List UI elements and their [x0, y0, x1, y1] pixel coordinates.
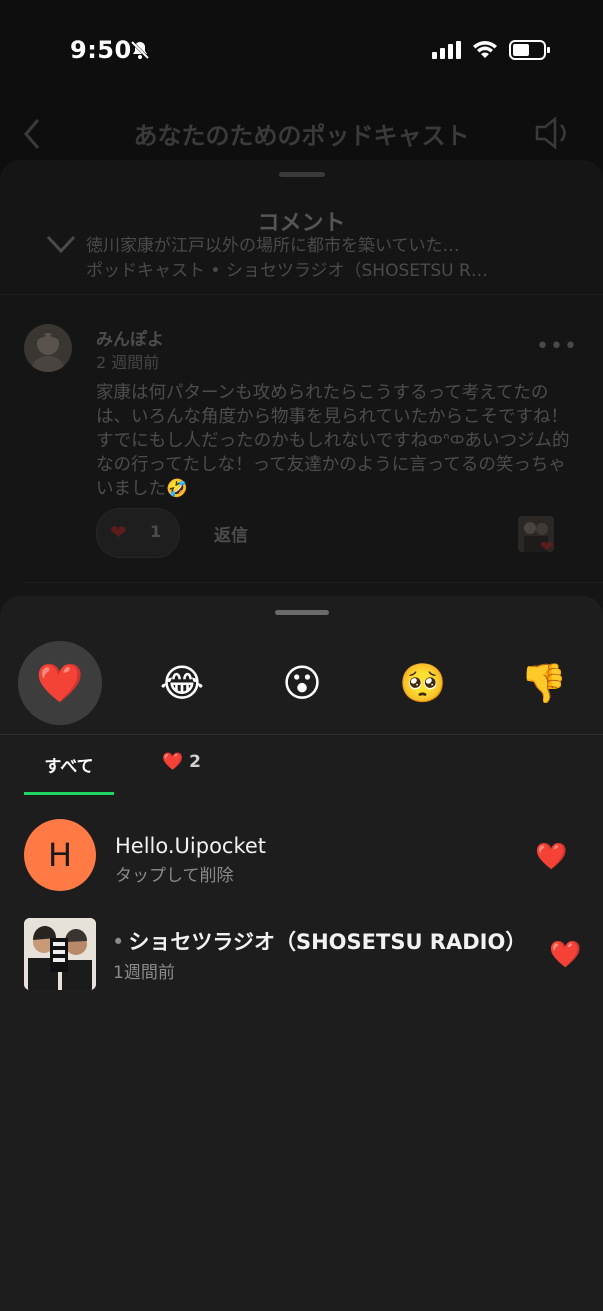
heart-icon: ❤: [540, 537, 554, 556]
avatar[interactable]: H: [24, 819, 96, 891]
bell-muted-icon: [130, 40, 150, 60]
comment-timestamp: 2 週間前: [96, 353, 160, 372]
like-count: 1: [150, 522, 162, 541]
reactor-name[interactable]: • ショセツラジオ（SHOSETSU RADIO）: [112, 926, 526, 956]
heart-icon: ❤️: [549, 940, 582, 970]
reaction-pleading-button[interactable]: 🥺: [381, 641, 465, 725]
reaction-thumbs-down-button[interactable]: 👎: [502, 641, 586, 725]
tab-all[interactable]: すべて: [24, 752, 114, 777]
divider: [0, 734, 603, 735]
reaction-surprised-button[interactable]: 😮: [260, 641, 344, 725]
page-title: あなたのためのポッドキャスト: [133, 122, 470, 150]
heart-icon: ❤️: [162, 752, 184, 772]
comment-body: 家康は何パターンも攻められたらこうするって考えてたのは、いろんな角度から物事を見…: [96, 383, 570, 499]
reactor-name-text: ショセツラジオ（SHOSETSU RADIO）: [128, 930, 527, 954]
like-button[interactable]: [96, 508, 180, 558]
reaction-timestamp: 1週間前: [113, 963, 175, 983]
chevron-down-icon[interactable]: [46, 234, 76, 258]
battery-icon: [509, 40, 551, 64]
comment-sheet-grabber[interactable]: [279, 172, 325, 177]
wifi-icon: [472, 39, 498, 63]
speaker-icon[interactable]: [535, 116, 573, 154]
heart-icon: ❤: [110, 520, 127, 544]
bullet-dot: •: [112, 930, 125, 954]
tab-heart[interactable]: ❤️ 2: [162, 752, 201, 772]
podcast-cover-avatar[interactable]: [24, 918, 96, 990]
status-time: 9:50: [70, 36, 132, 64]
more-options-icon[interactable]: •••: [536, 334, 578, 359]
tab-heart-count: 2: [189, 752, 201, 772]
cellular-signal-icon: [432, 41, 462, 63]
heart-icon: ❤️: [535, 842, 568, 872]
episode-title: 徳川家康が江戸以外の場所に都市を築いていた…: [86, 236, 460, 256]
reply-button[interactable]: 返信: [214, 521, 248, 546]
reactions-sheet-grabber[interactable]: [275, 610, 329, 615]
reactor-name[interactable]: Hello.Uipocket: [115, 834, 266, 858]
episode-subtitle: ポッドキャスト • ショセツラジオ（SHOSETSU R…: [86, 261, 488, 281]
reaction-laugh-button[interactable]: 😂: [140, 641, 224, 725]
reaction-heart-button[interactable]: ❤️: [18, 641, 102, 725]
tap-to-remove-label[interactable]: タップして削除: [115, 861, 234, 886]
comment-username[interactable]: みんぽよ: [96, 325, 164, 350]
divider: [24, 582, 603, 583]
avatar[interactable]: [24, 324, 72, 372]
active-tab-indicator: [24, 792, 114, 795]
divider: [0, 294, 603, 295]
